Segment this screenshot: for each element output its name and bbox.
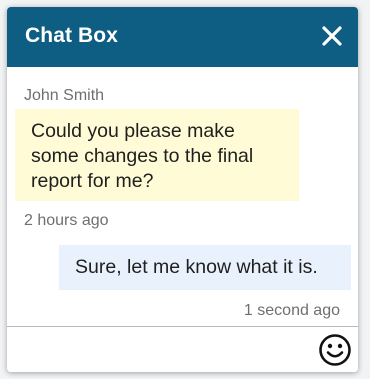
chat-box-window: Chat Box John Smith Could you please mak…	[7, 7, 358, 372]
incoming-message-bubble: Could you please make some changes to th…	[15, 109, 299, 201]
message-sender-name: John Smith	[24, 87, 105, 104]
chat-title: Chat Box	[25, 24, 118, 47]
close-icon	[322, 26, 342, 46]
chat-composer	[7, 326, 358, 372]
message-input[interactable]	[13, 331, 313, 367]
chat-header: Chat Box	[7, 7, 358, 67]
close-button[interactable]	[318, 22, 346, 50]
outgoing-message-timestamp: 1 second ago	[243, 302, 340, 319]
emoji-button[interactable]	[318, 333, 352, 367]
message-list[interactable]: John Smith Could you please make some ch…	[7, 67, 358, 326]
outgoing-message-bubble: Sure, let me know what it is.	[59, 245, 351, 290]
incoming-message-timestamp: 2 hours ago	[24, 212, 109, 229]
smiley-face-icon	[319, 334, 351, 366]
